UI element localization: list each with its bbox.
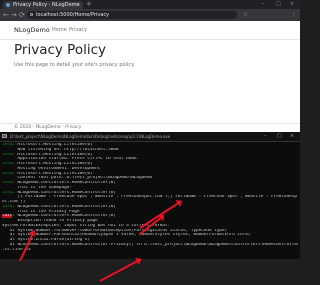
console-title-bar: D:\test_project\NLogDemo\NLogDemo\bin\De… (0, 132, 300, 142)
log-text: : NLogDemo.Controllers.HomeController[0] (12, 181, 116, 185)
log-level-badge: info (2, 171, 13, 176)
console-line: .cs:line 43 (2, 248, 298, 253)
browser-tab[interactable]: Privacy Policy - NLogDemo × (3, 1, 83, 9)
log-text: at System.Int32.Parse(String s) (2, 238, 90, 242)
console-app-icon (2, 134, 7, 138)
nav-privacy[interactable]: Privacy (69, 27, 87, 33)
log-text: at NLogDemo.Controllers.HomeController.P… (2, 242, 298, 247)
forward-icon[interactable]: → (11, 10, 17, 20)
menu-icon[interactable]: ⋮ (291, 10, 297, 20)
log-level-badge: info (2, 181, 13, 185)
log-text: : Microsoft.Hosting.Lifetime[0] (12, 143, 93, 147)
page-description: Use this page to detail your site's priv… (14, 62, 135, 68)
console-line: at NLogDemo.Controllers.HomeController.P… (2, 243, 298, 248)
favicon-icon (6, 3, 10, 7)
log-level-badge: info (2, 162, 13, 166)
console-window: D:\test_project\NLogDemo\NLogDemo\bin\De… (0, 132, 300, 282)
console-minimize-button[interactable]: – (264, 132, 267, 141)
footer-text: © 2020 - NLogDemo - Privacy (14, 125, 82, 130)
log-text: Exception found in Privacy page (2, 219, 98, 223)
log-text: : Microsoft.Hosting.Lifetime[0] (12, 152, 93, 157)
console-line: [{"FullName":"FreeCode Spot","Website":"… (2, 195, 298, 200)
browser-toolbar: ← → ⟳ localhost:5000/Home/Privacy ☆ ⋮ (0, 9, 300, 21)
log-level-badge: info (2, 190, 13, 195)
back-icon[interactable]: ← (3, 10, 9, 20)
reload-icon[interactable]: ⟳ (19, 10, 25, 20)
log-text: : NLogDemo.Controllers.HomeController[0] (12, 204, 116, 209)
console-close-button[interactable]: × (290, 132, 294, 141)
log-text: Content root path: D:\test_project\NLogD… (2, 176, 153, 181)
nav-home[interactable]: Home (52, 27, 67, 33)
log-text: Hosting environment: Development (2, 166, 101, 171)
log-text: This is the Privacy Page (2, 209, 80, 214)
log-text: ot.com"}] (2, 200, 26, 204)
maximize-button[interactable]: □ (276, 0, 281, 9)
log-level-badge: info (2, 204, 13, 209)
log-text: : Microsoft.Hosting.Lifetime[0] (12, 171, 93, 176)
page-title: Privacy Policy (14, 42, 107, 58)
tab-close-icon[interactable]: × (76, 1, 80, 9)
log-text: at System.Number.ParseInt32(ReadOnlySpan… (2, 233, 251, 238)
log-text: : NLogDemo.Controllers.HomeController[0] (12, 190, 116, 195)
log-text: Application started. Press Ctrl+C to shu… (2, 157, 140, 162)
site-brand[interactable]: NLogDemo (14, 26, 50, 34)
info-icon[interactable] (30, 13, 33, 16)
console-maximize-button[interactable]: □ (277, 132, 282, 141)
tab-title: Privacy Policy - NLogDemo (13, 2, 80, 8)
console-title: D:\test_project\NLogDemo\NLogDemo\bin\De… (10, 134, 171, 139)
tab-strip: Privacy Policy - NLogDemo × + – □ × (0, 0, 300, 9)
annotation-arrow (99, 258, 142, 282)
url-text: localhost:5000/Home/Privacy (36, 12, 110, 18)
log-level-badge: info (2, 152, 13, 157)
log-text: : NLogDemo.Controllers.HomeController[0] (12, 214, 116, 219)
minimize-button[interactable]: – (262, 0, 265, 9)
log-level-badge: fail (2, 214, 13, 219)
log-text: Now listening on: http://localhost:5000 (2, 147, 119, 152)
log-text: : Microsoft.Hosting.Lifetime[0] (12, 162, 93, 166)
log-text: [{"FullName":"FreeCode Spot","Website":"… (2, 195, 297, 200)
log-level-badge: info (2, 143, 13, 147)
site-navbar: NLogDemo Home Privacy (0, 21, 300, 40)
address-bar[interactable]: localhost:5000/Home/Privacy (27, 11, 237, 19)
bookmark-star-icon[interactable]: ☆ (243, 10, 248, 20)
new-tab-button[interactable]: + (86, 0, 92, 9)
console-output[interactable]: info: Microsoft.Hosting.Lifetime[0] Now … (2, 143, 298, 252)
close-window-button[interactable]: × (290, 0, 294, 9)
log-text: This is the homepage! (2, 185, 72, 190)
browser-window: Privacy Policy - NLogDemo × + – □ × ← → … (0, 0, 300, 133)
